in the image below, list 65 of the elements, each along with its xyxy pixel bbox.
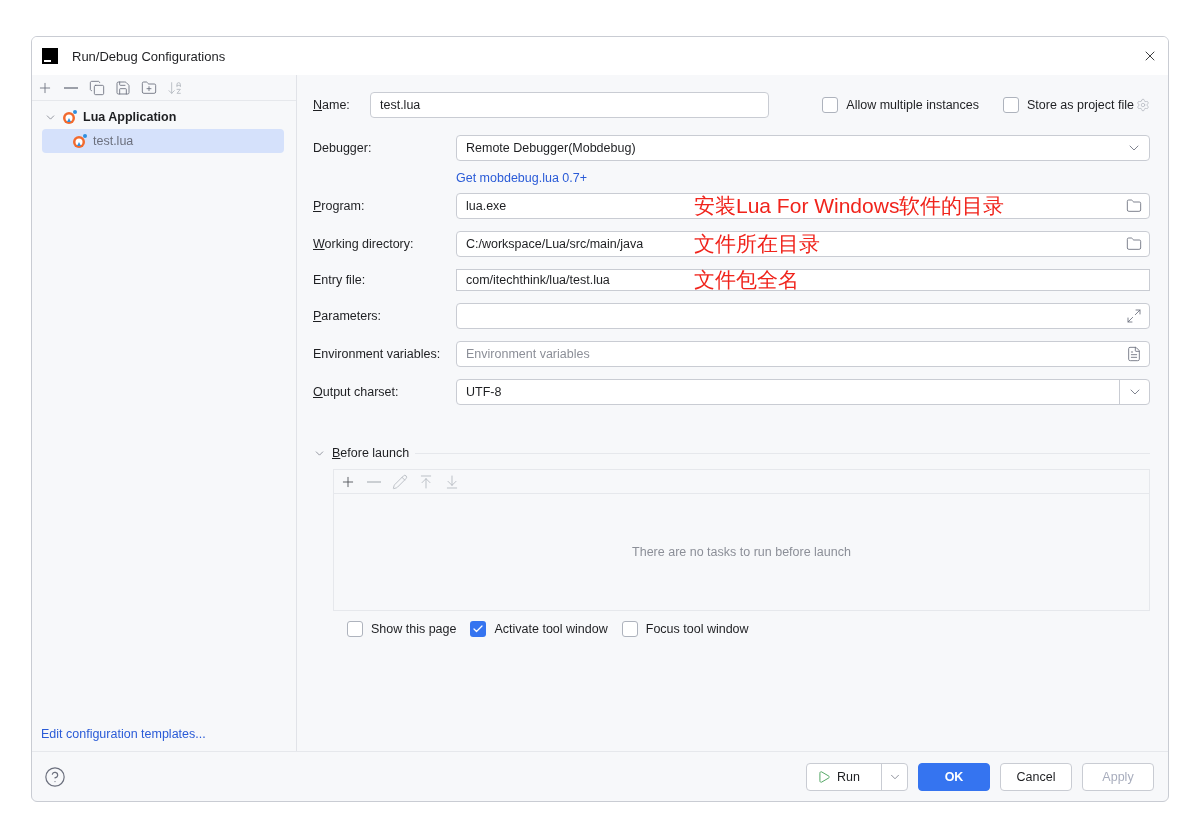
field-label: Entry file:: [313, 273, 366, 287]
checkbox-label: Show this page: [371, 622, 457, 636]
remove-icon: [367, 480, 381, 483]
field-label: Parameters:: [313, 309, 382, 323]
run-button[interactable]: Run: [806, 762, 908, 791]
input-field[interactable]: lua.exe 安装Lua For Windows软件的目录: [456, 193, 1150, 219]
field-value: com/itechthink/lua/test.lua: [466, 273, 610, 287]
checkbox-label: Store as project file: [1027, 98, 1134, 112]
checkbox-label: Allow multiple instances: [846, 98, 979, 112]
checkbox[interactable]: [621, 621, 638, 637]
dropdown-field[interactable]: Remote Debugger(Mobdebug): [456, 135, 1150, 161]
checkbox[interactable]: [347, 621, 363, 637]
checkbox-label: Focus tool window: [645, 622, 749, 636]
remove-icon: [64, 86, 78, 89]
annotation-text: 文件所在目录: [694, 231, 820, 257]
checkbox[interactable]: [1003, 97, 1019, 113]
field-value: lua.exe: [466, 199, 507, 213]
edit-icon: [392, 473, 408, 490]
field-label: Output charset:: [313, 385, 399, 399]
tree-item[interactable]: Lua Application: [42, 105, 284, 129]
input-field[interactable]: com/itechthink/lua/test.lua 文件包全名: [456, 269, 1150, 291]
list-icon[interactable]: [1126, 346, 1142, 362]
check-icon: [472, 623, 485, 635]
annotation-text: 安装Lua For Windows软件的目录: [694, 193, 1005, 219]
field-value: C:/workspace/Lua/src/main/java: [466, 237, 644, 251]
field-label: Program:: [313, 199, 365, 213]
play-icon: [817, 769, 831, 784]
annotation-text: 文件包全名: [694, 267, 799, 293]
input-field[interactable]: test.lua: [370, 92, 769, 118]
sort-icon[interactable]: [167, 79, 183, 96]
settings-icon[interactable]: [1136, 98, 1150, 112]
copy-icon[interactable]: [89, 79, 105, 96]
app-logo-icon: [42, 48, 58, 64]
move-up-icon: [418, 473, 434, 490]
field-label: Debugger:: [313, 141, 372, 155]
field-label: Working directory:: [313, 237, 414, 251]
field-label: Environment variables:: [313, 347, 441, 361]
field-placeholder: Environment variables: [466, 347, 590, 361]
field-label: Name:: [313, 98, 351, 112]
ok-button[interactable]: OK: [918, 762, 990, 791]
lua-icon: [72, 133, 88, 149]
folder-icon[interactable]: [1126, 236, 1142, 252]
dropdown-field[interactable]: UTF-8: [456, 379, 1150, 405]
empty-message: There are no tasks to run before launch: [632, 545, 851, 559]
checkbox[interactable]: [470, 621, 487, 637]
field-value: UTF-8: [466, 385, 502, 399]
input-field[interactable]: [456, 303, 1150, 329]
move-down-icon: [444, 473, 460, 490]
download-link[interactable]: Get mobdebug.lua 0.7+: [456, 171, 587, 185]
dialog-button[interactable]: Cancel: [1000, 762, 1072, 791]
folder-icon[interactable]: [1126, 198, 1142, 214]
window-title: Run/Debug Configurations: [72, 48, 227, 64]
tree-item[interactable]: test.lua: [42, 129, 284, 153]
section-title[interactable]: Before launch: [332, 446, 410, 460]
save-icon[interactable]: [115, 79, 131, 96]
help-icon[interactable]: [44, 765, 66, 788]
checkbox[interactable]: [822, 97, 839, 113]
input-field[interactable]: C:/workspace/Lua/src/main/java 文件所在目录: [456, 231, 1150, 257]
new-folder-icon[interactable]: [141, 79, 157, 96]
field-value: test.lua: [380, 98, 421, 112]
expand-icon[interactable]: [1126, 308, 1142, 324]
lua-icon: [62, 109, 78, 125]
field-value: Remote Debugger(Mobdebug): [466, 141, 636, 155]
checkbox-label: Activate tool window: [494, 622, 608, 636]
templates-link[interactable]: Edit configuration templates...: [41, 727, 206, 741]
